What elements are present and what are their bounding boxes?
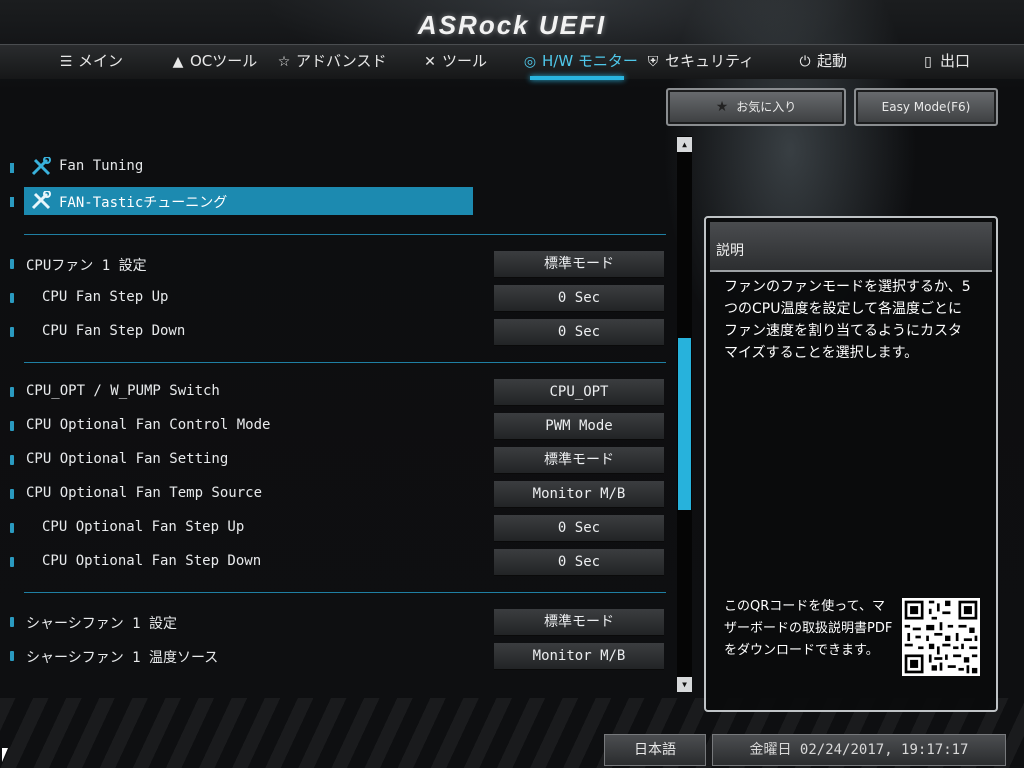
tab-boot[interactable]: ⏻ 起動	[797, 45, 847, 79]
section-divider	[24, 234, 666, 235]
language-button[interactable]: 日本語	[604, 734, 706, 766]
datetime-display: 金曜日 02/24/2017, 19:17:17	[712, 734, 1006, 766]
setting-value-button[interactable]: 0 Sec	[494, 319, 664, 346]
tab-boot-label: 起動	[817, 52, 848, 70]
setting-label: シャーシファン 1 温度ソース	[26, 650, 219, 666]
bullet-marker	[10, 387, 14, 397]
tab-security-label: セキュリティ	[665, 52, 755, 70]
setting-label: CPU Optional Fan Temp Source	[26, 485, 263, 501]
wrench-icon	[31, 191, 51, 210]
setting-value-button[interactable]: PWM Mode	[494, 413, 664, 440]
exit-door-icon: ▯	[924, 54, 932, 70]
bullet-marker	[10, 421, 14, 431]
section-divider	[24, 362, 666, 363]
setting-label: CPU Optional Fan Step Down	[42, 553, 262, 569]
tab-tools-label: ツール	[442, 52, 488, 70]
setting-row[interactable]: CPUファン 1 設定 標準モード	[0, 251, 670, 278]
tab-main-label: メイン	[78, 52, 124, 70]
setting-label: シャーシファン 1 設定	[26, 616, 178, 632]
scroll-up-button[interactable]: ▲	[677, 137, 692, 152]
tab-hw-monitor-label: H/W モニター	[542, 52, 638, 70]
favorites-label: お気に入り	[736, 100, 797, 114]
bullet-marker	[10, 523, 14, 533]
setting-value-button[interactable]: 0 Sec	[494, 285, 664, 312]
easy-mode-button[interactable]: Easy Mode(F6)	[854, 88, 998, 126]
qr-code	[902, 598, 980, 676]
setting-row[interactable]: CPU Optional Fan Step Up 0 Sec	[0, 515, 670, 542]
star-icon: ★	[715, 99, 729, 115]
bullet-marker	[10, 651, 14, 661]
setting-value-button[interactable]: Monitor M/B	[494, 643, 664, 670]
tab-exit-label: 出口	[940, 52, 971, 70]
setting-label: CPU_OPT / W_PUMP Switch	[26, 383, 220, 399]
bullet-marker	[10, 259, 14, 269]
bullet-marker	[10, 293, 14, 303]
help-description: ファンのファンモードを選択するか、5つのCPU温度を設定して各温度ごとにファン速…	[724, 279, 971, 361]
list-icon: ☰	[59, 54, 73, 70]
qr-description: このQRコードを使って、マザーボードの取扱説明書PDFをダウンロードできます。	[724, 599, 893, 658]
setting-label: CPUファン 1 設定	[26, 258, 147, 274]
setting-value-button[interactable]: Monitor M/B	[494, 481, 664, 508]
tab-hw-monitor[interactable]: ◎ H/W モニター	[522, 45, 638, 79]
active-tab-indicator	[530, 76, 624, 80]
tool-label: Fan Tuning	[59, 158, 144, 174]
shield-icon: ⛨	[647, 54, 659, 70]
setting-value-button[interactable]: 標準モード	[494, 609, 664, 636]
tab-oc-tools-label: OCツール	[190, 52, 258, 70]
mouse-cursor-icon	[2, 748, 8, 762]
setting-label: CPU Optional Fan Step Up	[42, 519, 245, 535]
power-icon: ⏻	[799, 54, 811, 70]
help-panel-title: 説明	[716, 243, 744, 259]
star-outline-icon: ☆	[277, 54, 291, 70]
bullet-marker	[10, 163, 14, 173]
setting-row[interactable]: シャーシファン 1 温度ソース Monitor M/B	[0, 643, 670, 670]
setting-label: CPU Optional Fan Setting	[26, 451, 229, 467]
tab-oc-tools[interactable]: ▲ OCツール	[170, 45, 258, 79]
favorites-button[interactable]: ★ お気に入り	[666, 88, 846, 126]
setting-row[interactable]: CPU Fan Step Down 0 Sec	[0, 319, 670, 346]
tool-fan-tastic-tuning[interactable]: FAN-Tasticチューニング	[0, 187, 480, 215]
help-panel-header: 説明	[710, 222, 992, 272]
tool-fan-tuning[interactable]: Fan Tuning	[0, 153, 480, 181]
bullet-marker	[10, 327, 14, 337]
setting-row[interactable]: シャーシファン 1 設定 標準モード	[0, 609, 670, 636]
setting-value-button[interactable]: CPU_OPT	[494, 379, 664, 406]
bullet-marker	[10, 197, 14, 207]
globe-icon: ◎	[523, 54, 537, 70]
bullet-marker	[10, 557, 14, 567]
setting-label: CPU Fan Step Down	[42, 323, 186, 339]
help-panel: 説明 ファンのファンモードを選択するか、5つのCPU温度を設定して各温度ごとにフ…	[704, 216, 998, 712]
tab-main[interactable]: ☰ メイン	[58, 45, 123, 79]
tab-exit[interactable]: ▯ 出口	[920, 45, 970, 79]
setting-row[interactable]: CPU_OPT / W_PUMP Switch CPU_OPT	[0, 379, 670, 406]
tab-advanced-label: アドバンスド	[296, 52, 387, 70]
bullet-marker	[10, 489, 14, 499]
tools-icon: ✕	[424, 54, 436, 70]
section-divider	[24, 592, 666, 593]
setting-row[interactable]: CPU Optional Fan Setting 標準モード	[0, 447, 670, 474]
asrock-uefi-logo: ASRock UEFI	[417, 10, 607, 40]
rocket-icon: ▲	[172, 54, 184, 70]
bullet-marker	[10, 455, 14, 465]
tab-advanced[interactable]: ☆ アドバンスド	[276, 45, 387, 79]
tab-security[interactable]: ⛨ セキュリティ	[645, 45, 754, 79]
setting-value-button[interactable]: 0 Sec	[494, 549, 664, 576]
setting-label: CPU Fan Step Up	[42, 289, 169, 305]
scrollbar-thumb[interactable]	[678, 338, 691, 510]
setting-row[interactable]: CPU Optional Fan Control Mode PWM Mode	[0, 413, 670, 440]
wrench-icon	[31, 157, 51, 176]
tool-label: FAN-Tasticチューニング	[59, 195, 228, 211]
setting-row[interactable]: CPU Optional Fan Step Down 0 Sec	[0, 549, 670, 576]
bullet-marker	[10, 617, 14, 627]
setting-value-button[interactable]: 標準モード	[494, 447, 664, 474]
tab-tools[interactable]: ✕ ツール	[422, 45, 487, 79]
setting-row[interactable]: CPU Optional Fan Temp Source Monitor M/B	[0, 481, 670, 508]
main-nav: ☰ メイン ▲ OCツール ☆ アドバンスド ✕ ツール ◎ H/W モニター ⛨ セキュリ…	[0, 44, 1024, 79]
setting-label: CPU Optional Fan Control Mode	[26, 417, 271, 433]
setting-value-button[interactable]: 標準モード	[494, 251, 664, 278]
setting-value-button[interactable]: 0 Sec	[494, 515, 664, 542]
scroll-down-button[interactable]: ▼	[677, 677, 692, 692]
setting-row[interactable]: CPU Fan Step Up 0 Sec	[0, 285, 670, 312]
